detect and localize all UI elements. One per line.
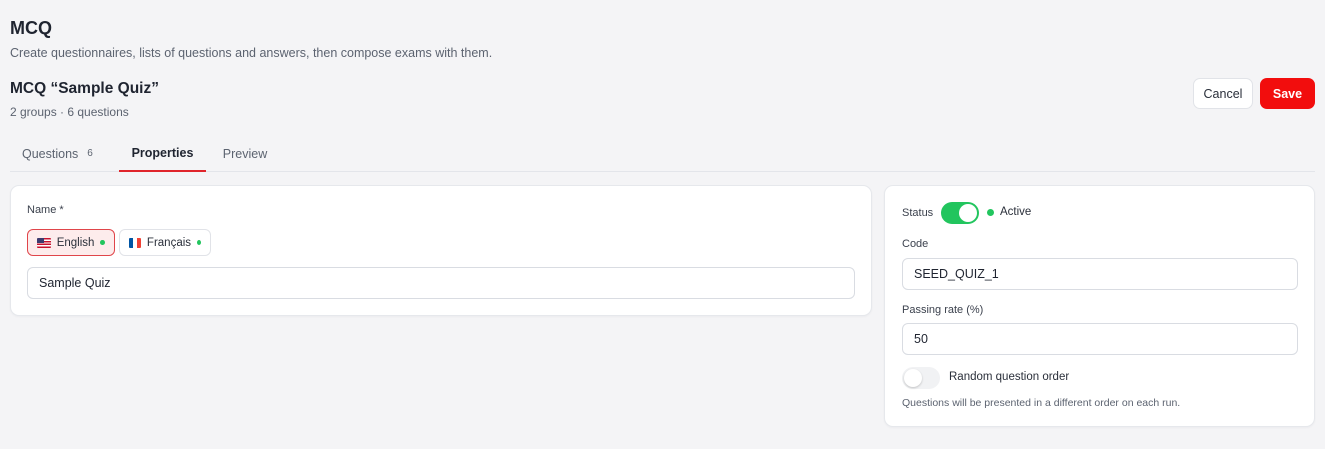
quiz-meta: 2 groups · 6 questions [10,105,129,119]
page: MCQ Create questionnaires, lists of ques… [0,0,1325,449]
status-value: Active [1000,206,1032,218]
code-input[interactable] [902,258,1298,290]
us-flag-icon [37,237,51,248]
language-english-label: English [56,236,95,249]
tab-questions-count: 6 [87,148,93,159]
passing-rate-label: Passing rate (%) [902,304,984,316]
status-label: Status [902,207,934,219]
name-input[interactable] [27,267,855,299]
random-order-label: Random question order [949,371,1070,383]
status-indicator: Active [987,206,1031,218]
tab-questions-label: Questions [22,146,79,161]
tab-properties[interactable]: Properties [119,135,206,172]
save-button[interactable]: Save [1260,78,1315,109]
active-dot-icon [987,208,994,216]
quiz-title: MCQ “Sample Quiz” [10,80,159,97]
language-chip-english[interactable]: English [27,229,115,256]
status-toggle-knob [959,204,977,222]
tab-preview-label: Preview [222,146,268,161]
settings-card: Status Active Code Passing rate (%) Rand… [884,185,1315,427]
tab-questions[interactable]: Questions 6 [10,135,110,172]
passing-rate-input[interactable] [902,323,1298,355]
tab-bar: Questions 6 Properties Preview [10,135,1315,172]
random-order-toggle[interactable] [902,367,940,389]
random-order-hint: Questions will be presented in a differe… [902,397,1181,409]
language-french-label: Français [146,236,192,249]
app-description: Create questionnaires, lists of question… [10,46,493,60]
tab-preview[interactable]: Preview [215,135,275,172]
name-card: Name * English Français [10,185,872,316]
translation-complete-icon [197,240,201,245]
random-order-toggle-knob [904,369,922,387]
tab-properties-label: Properties [131,145,194,160]
cancel-button[interactable]: Cancel [1193,78,1253,109]
language-chip-french[interactable]: Français [119,229,211,256]
status-toggle[interactable] [941,202,979,224]
app-title: MCQ [10,18,52,38]
name-label: Name * [27,204,64,216]
code-label: Code [902,238,929,250]
translation-complete-icon [100,240,105,245]
fr-flag-icon [129,237,141,248]
